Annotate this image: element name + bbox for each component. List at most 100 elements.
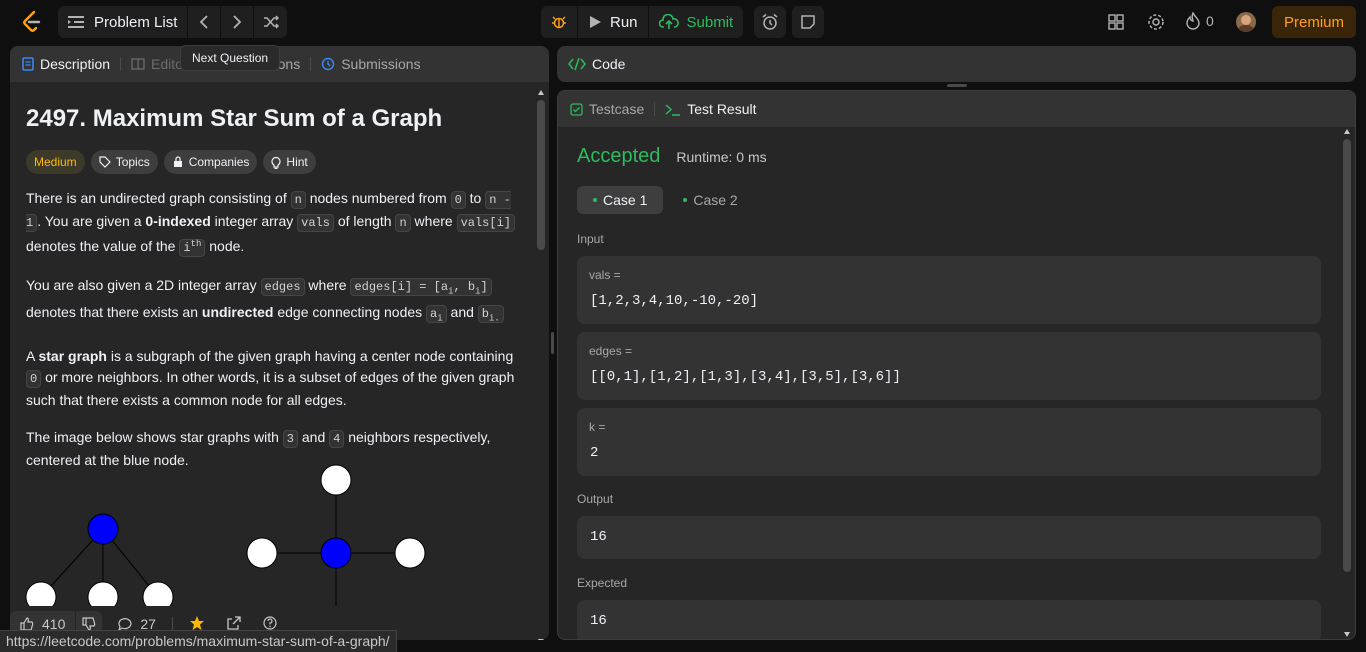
description-paragraph-3: A star graph is a subgraph of the given … bbox=[26, 347, 515, 408]
thumbs-up-icon bbox=[20, 617, 34, 631]
description-paragraph-2: You are also given a 2D integer array ed… bbox=[26, 275, 526, 330]
test-panel-tabs: Testcase Test Result bbox=[558, 91, 1355, 127]
note-icon bbox=[801, 15, 815, 29]
gear-icon bbox=[1148, 14, 1164, 30]
problem-title[interactable]: 2497. Maximum Star Sum of a Graph bbox=[26, 104, 526, 134]
tab-testcase-label: Testcase bbox=[589, 101, 645, 117]
companies-chip[interactable]: Companies bbox=[163, 150, 258, 174]
layout-button[interactable] bbox=[1106, 12, 1126, 32]
share-icon bbox=[227, 615, 241, 630]
tab-code[interactable]: Code bbox=[568, 56, 625, 72]
expected-label: Expected bbox=[577, 576, 628, 590]
companies-label: Companies bbox=[188, 154, 250, 169]
book-icon bbox=[131, 58, 145, 70]
case-pass-dot bbox=[593, 198, 597, 202]
hint-label: Hint bbox=[286, 154, 308, 169]
input-edges-value: [[0,1],[1,2],[1,3],[3,4],[3,5],[3,6]] bbox=[590, 369, 901, 385]
premium-button[interactable]: Premium bbox=[1272, 6, 1356, 38]
horizontal-resize-handle[interactable] bbox=[947, 84, 967, 87]
timer-button[interactable] bbox=[754, 6, 786, 38]
star-graph-illustration bbox=[25, 464, 426, 606]
input-vals-box[interactable]: vals = [1,2,3,4,10,-10,-20] bbox=[577, 256, 1321, 324]
case-2-tab[interactable]: Case 2 bbox=[673, 186, 747, 214]
tab-testcase[interactable]: Testcase bbox=[570, 101, 644, 117]
case-1-label: Case 1 bbox=[603, 192, 648, 208]
code-panel-header: Code bbox=[557, 46, 1356, 82]
accepted-label: Accepted bbox=[577, 145, 661, 167]
fire-icon bbox=[1186, 12, 1200, 30]
submit-button[interactable]: Submit bbox=[649, 6, 744, 38]
runtime-label: Runtime: 0 ms bbox=[676, 149, 767, 165]
code-title: Code bbox=[592, 56, 626, 72]
lightbulb-icon bbox=[271, 156, 281, 169]
streak-counter[interactable]: 0 bbox=[1186, 12, 1214, 30]
result-status: Accepted Runtime: 0 ms bbox=[577, 145, 767, 168]
next-question-tooltip: Next Question bbox=[180, 45, 281, 71]
run-label: Run bbox=[610, 13, 638, 31]
input-edges-box[interactable]: edges = [[0,1],[1,2],[1,3],[3,4],[3,5],[… bbox=[577, 332, 1321, 400]
description-paragraph-1: There is an undirected graph consisting … bbox=[26, 188, 526, 259]
chevron-left-icon bbox=[200, 15, 209, 29]
result-scrollbar[interactable] bbox=[1343, 129, 1351, 637]
input-label: Input bbox=[577, 232, 604, 246]
test-result-panel: Testcase Test Result Accepted Runtime: 0… bbox=[557, 90, 1356, 640]
panel-resize-handle[interactable] bbox=[551, 332, 554, 354]
tab-description-label: Description bbox=[40, 56, 111, 72]
run-button[interactable]: Run bbox=[578, 6, 649, 38]
lock-icon bbox=[173, 156, 182, 167]
input-k-box[interactable]: k = 2 bbox=[577, 408, 1321, 476]
description-panel: Description Editorial Solutions Submissi… bbox=[10, 46, 549, 640]
topics-label: Topics bbox=[115, 154, 150, 169]
settings-button[interactable] bbox=[1146, 12, 1166, 32]
leetcode-logo-icon[interactable] bbox=[20, 10, 44, 34]
topics-chip[interactable]: Topics bbox=[90, 150, 158, 174]
notes-button[interactable] bbox=[792, 6, 824, 38]
tab-submissions-label: Submissions bbox=[341, 56, 421, 72]
comment-icon bbox=[118, 618, 132, 631]
problem-nav-group: Problem List bbox=[58, 6, 288, 38]
description-scrollbar[interactable] bbox=[537, 90, 545, 640]
status-bar-url: https://leetcode.com/problems/maximum-st… bbox=[0, 630, 397, 652]
code-panel: Code bbox=[557, 46, 1356, 82]
tag-icon bbox=[99, 156, 111, 168]
hint-chip[interactable]: Hint bbox=[263, 150, 316, 174]
alarm-clock-icon bbox=[762, 13, 778, 30]
top-bar: Problem List Next Question Run Submit 0 … bbox=[0, 0, 1366, 71]
tab-test-result[interactable]: Test Result bbox=[665, 101, 757, 117]
problem-list-button[interactable]: Problem List bbox=[58, 6, 189, 38]
input-k-value: 2 bbox=[590, 445, 599, 461]
terminal-icon bbox=[665, 103, 681, 116]
debug-button[interactable] bbox=[541, 6, 578, 38]
expected-box[interactable]: 16 bbox=[577, 600, 1321, 639]
tab-submissions[interactable]: Submissions bbox=[321, 56, 421, 72]
tab-divider bbox=[310, 57, 312, 71]
expected-value: 16 bbox=[590, 613, 607, 629]
layout-grid-icon bbox=[1108, 14, 1124, 30]
input-vals-name: vals = bbox=[589, 268, 621, 282]
document-icon bbox=[22, 57, 34, 71]
bug-icon bbox=[552, 16, 566, 29]
output-box[interactable]: 16 bbox=[577, 516, 1321, 559]
shuffle-icon bbox=[263, 15, 279, 29]
prev-question-button[interactable] bbox=[188, 6, 222, 38]
question-circle-icon bbox=[263, 615, 277, 630]
case-tabs: Case 1 Case 2 bbox=[577, 186, 748, 214]
tab-divider bbox=[654, 102, 656, 116]
random-question-button[interactable] bbox=[254, 6, 287, 38]
checkbox-icon bbox=[570, 102, 583, 116]
case-1-tab[interactable]: Case 1 bbox=[577, 186, 664, 214]
star-graph-4 bbox=[246, 464, 426, 606]
avatar[interactable] bbox=[1236, 12, 1256, 32]
star-graph-3 bbox=[25, 513, 174, 606]
next-question-button[interactable] bbox=[221, 6, 255, 38]
output-value: 16 bbox=[590, 529, 607, 545]
streak-count: 0 bbox=[1206, 13, 1214, 29]
tab-description[interactable]: Description bbox=[22, 56, 110, 72]
chevron-right-icon bbox=[233, 15, 242, 29]
output-label: Output bbox=[577, 492, 614, 506]
history-icon bbox=[322, 57, 335, 71]
problem-description: 2497. Maximum Star Sum of a Graph Medium… bbox=[26, 92, 526, 487]
submit-label: Submit bbox=[686, 13, 734, 31]
input-k-name: k = bbox=[589, 420, 606, 434]
tab-divider bbox=[120, 57, 122, 71]
